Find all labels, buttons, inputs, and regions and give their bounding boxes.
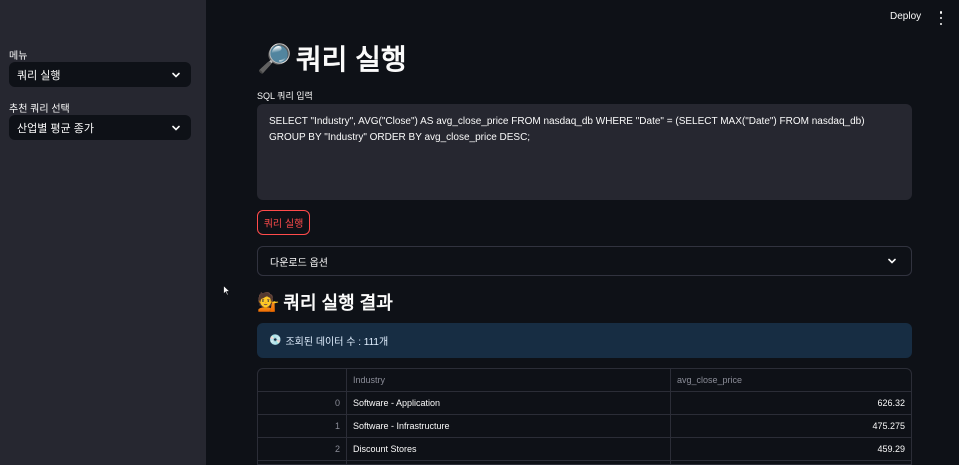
chevron-down-icon bbox=[169, 68, 183, 82]
index-header bbox=[258, 369, 347, 391]
menu-select-value: 쿼리 실행 bbox=[17, 69, 61, 82]
industry-header[interactable]: Industry bbox=[347, 369, 671, 391]
info-alert: 💿 조회된 데이터 수 : 111개 bbox=[257, 323, 912, 358]
recommend-select-value: 산업별 평균 종가 bbox=[17, 122, 94, 135]
avg-close-price-header[interactable]: avg_close_price bbox=[671, 369, 911, 391]
avg-close-price-cell: 475.275 bbox=[872, 421, 905, 431]
deploy-button[interactable]: Deploy bbox=[890, 11, 921, 22]
menu-select[interactable]: 쿼리 실행 bbox=[9, 62, 191, 87]
row-index: 0 bbox=[258, 392, 347, 414]
chevron-down-icon bbox=[885, 254, 899, 268]
row-index: 1 bbox=[258, 415, 347, 437]
row-index: 2 bbox=[258, 438, 347, 460]
industry-cell: Software - Application bbox=[347, 392, 671, 414]
sql-textarea[interactable]: SELECT "Industry", AVG("Close") AS avg_c… bbox=[257, 104, 912, 200]
recommend-select[interactable]: 산업별 평균 종가 bbox=[9, 115, 191, 140]
download-options-expander[interactable]: 다운로드 옵션 bbox=[257, 246, 912, 276]
result-table[interactable]: Industry avg_close_price 0 Software - Ap… bbox=[257, 368, 912, 465]
person-tipping-hand-icon: 💁 bbox=[257, 291, 280, 313]
chevron-down-icon bbox=[169, 121, 183, 135]
run-query-button[interactable]: 쿼리 실행 bbox=[257, 210, 310, 235]
mouse-cursor-icon bbox=[223, 285, 231, 296]
menu-label: 메뉴 bbox=[9, 51, 28, 62]
disc-icon: 💿 bbox=[269, 335, 282, 346]
info-alert-text: 조회된 데이터 수 : 111개 bbox=[285, 337, 389, 348]
table-header-row: Industry avg_close_price bbox=[258, 369, 911, 392]
table-row: 2 Discount Stores 459.29 bbox=[258, 438, 911, 461]
avg-close-price-cell: 459.29 bbox=[877, 444, 905, 454]
sql-input-label: SQL 쿼리 입력 bbox=[257, 91, 313, 101]
sidebar: 메뉴 쿼리 실행 추천 쿼리 선택 산업별 평균 종가 bbox=[0, 0, 206, 465]
page-title-text: 쿼리 실행 bbox=[295, 44, 407, 75]
page-title: 🔎 쿼리 실행 bbox=[257, 38, 407, 78]
magnifier-icon: 🔎 bbox=[257, 41, 292, 75]
avg-close-price-cell: 626.32 bbox=[877, 398, 905, 408]
result-title-text: 쿼리 실행 결과 bbox=[283, 293, 393, 313]
table-row: 0 Software - Application 626.32 bbox=[258, 392, 911, 415]
table-row bbox=[258, 461, 911, 464]
download-options-label: 다운로드 옵션 bbox=[270, 257, 328, 269]
table-row: 1 Software - Infrastructure 475.275 bbox=[258, 415, 911, 438]
recommend-label: 추천 쿼리 선택 bbox=[9, 104, 70, 115]
row-index bbox=[258, 461, 347, 464]
industry-cell: Software - Infrastructure bbox=[347, 415, 671, 437]
more-menu-icon[interactable] bbox=[935, 11, 947, 25]
result-title: 💁 쿼리 실행 결과 bbox=[257, 289, 393, 315]
industry-cell bbox=[347, 461, 671, 464]
avg-close-price-cell bbox=[671, 461, 911, 464]
industry-cell: Discount Stores bbox=[347, 438, 671, 460]
